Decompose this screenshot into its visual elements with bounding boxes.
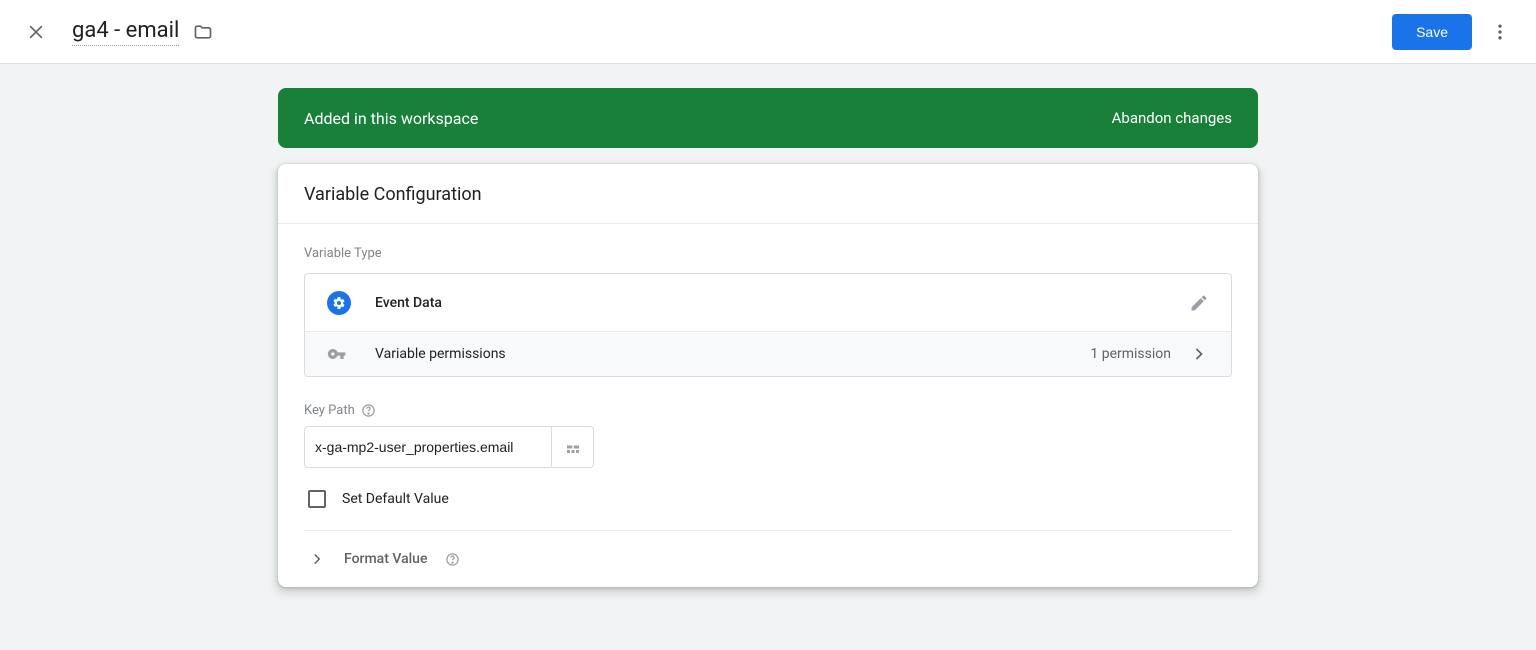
checkbox-icon (308, 490, 326, 508)
variable-picker-button[interactable] (552, 426, 594, 468)
close-button[interactable] (16, 12, 56, 52)
variable-config-card: Variable Configuration Variable Type Eve… (278, 164, 1258, 587)
content-area: Added in this workspace Abandon changes … (278, 64, 1258, 611)
edit-icon[interactable] (1189, 293, 1209, 313)
help-icon[interactable] (361, 403, 376, 418)
chevron-right-icon (308, 550, 326, 568)
chevron-right-icon (1189, 344, 1209, 364)
key-path-label: Key Path (304, 403, 355, 418)
page-title[interactable]: ga4 - email (72, 18, 179, 46)
variable-type-box: Event Data Variable permissions 1 permis… (304, 273, 1232, 377)
title-wrap: ga4 - email (72, 18, 213, 46)
permissions-count: 1 permission (1090, 346, 1171, 362)
key-icon (327, 344, 351, 364)
banner-status-text: Added in this workspace (304, 109, 478, 128)
set-default-checkbox-row[interactable]: Set Default Value (304, 490, 1232, 508)
save-button[interactable]: Save (1392, 14, 1472, 50)
abandon-changes-button[interactable]: Abandon changes (1112, 109, 1232, 127)
folder-icon[interactable] (193, 22, 213, 42)
more-menu-button[interactable] (1480, 12, 1520, 52)
close-icon (26, 22, 46, 42)
workspace-status-banner: Added in this workspace Abandon changes (278, 88, 1258, 148)
brick-icon (564, 438, 582, 456)
format-value-label: Format Value (344, 551, 427, 567)
variable-permissions-row[interactable]: Variable permissions 1 permission (305, 332, 1231, 376)
variable-type-label: Variable Type (304, 246, 1232, 261)
set-default-label: Set Default Value (342, 491, 449, 507)
key-path-input[interactable] (304, 426, 552, 468)
gear-icon (327, 291, 351, 315)
header-bar: ga4 - email Save (0, 0, 1536, 64)
format-value-row[interactable]: Format Value (304, 531, 1232, 587)
key-path-field: Key Path (304, 403, 1232, 468)
variable-type-row[interactable]: Event Data (305, 274, 1231, 332)
permissions-label: Variable permissions (375, 346, 1090, 362)
variable-type-name: Event Data (375, 295, 1189, 311)
help-icon[interactable] (445, 552, 460, 567)
card-title: Variable Configuration (278, 164, 1258, 224)
kebab-icon (1490, 22, 1510, 42)
